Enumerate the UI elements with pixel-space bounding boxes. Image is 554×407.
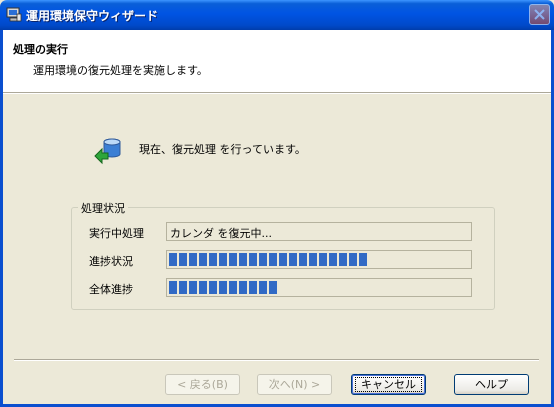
overall-progress-block xyxy=(169,281,177,294)
overall-progress-block xyxy=(179,281,187,294)
button-divider xyxy=(14,359,539,361)
overall-progress-block xyxy=(239,281,247,294)
progress-block xyxy=(229,253,237,266)
overall-progress-block xyxy=(249,281,257,294)
header-divider xyxy=(3,93,551,94)
next-button[interactable]: 次へ(N) > xyxy=(257,374,332,395)
progress-block xyxy=(329,253,337,266)
cancel-button[interactable]: キャンセル xyxy=(351,374,426,395)
close-button[interactable] xyxy=(529,4,550,25)
progress-block xyxy=(359,253,367,266)
group-label: 処理状況 xyxy=(78,200,128,216)
progress-block xyxy=(289,253,297,266)
progress-block xyxy=(179,253,187,266)
computer-icon xyxy=(6,6,22,22)
progress-block xyxy=(349,253,357,266)
back-button[interactable]: < 戻る(B) xyxy=(165,374,240,395)
overall-progress-block xyxy=(269,281,277,294)
progress-bar xyxy=(166,250,472,269)
progress-block xyxy=(249,253,257,266)
progress-block xyxy=(219,253,227,266)
progress-block xyxy=(239,253,247,266)
title-bar: 運用環境保守ウィザード xyxy=(0,0,554,30)
overall-progress-block xyxy=(229,281,237,294)
progress-block xyxy=(269,253,277,266)
overall-progress-bar-fill xyxy=(169,281,277,294)
overall-progress-block xyxy=(219,281,227,294)
current-task-label: 実行中処理 xyxy=(89,227,144,240)
progress-bar-fill xyxy=(169,253,367,266)
overall-progress-block xyxy=(189,281,197,294)
close-icon xyxy=(534,9,545,20)
progress-label: 進捗状況 xyxy=(89,255,133,268)
progress-block xyxy=(209,253,217,266)
window-title: 運用環境保守ウィザード xyxy=(26,9,159,23)
progress-block xyxy=(199,253,207,266)
current-task-field: カレンダ を復元中... xyxy=(166,222,472,241)
overall-progress-bar xyxy=(166,278,472,297)
progress-block xyxy=(279,253,287,266)
help-button[interactable]: ヘルプ xyxy=(454,374,529,395)
progress-block xyxy=(299,253,307,266)
header-description: 運用環境の復元処理を実施します。 xyxy=(33,64,208,77)
database-restore-icon xyxy=(93,134,123,166)
progress-block xyxy=(339,253,347,266)
status-message: 現在、復元処理 を行っています。 xyxy=(139,143,306,156)
cancel-button-label: キャンセル xyxy=(355,377,422,392)
progress-block xyxy=(259,253,267,266)
progress-block xyxy=(189,253,197,266)
header-title: 処理の実行 xyxy=(13,43,68,56)
overall-progress-block xyxy=(199,281,207,294)
wizard-header: 処理の実行 運用環境の復元処理を実施します。 xyxy=(3,30,551,93)
progress-block xyxy=(309,253,317,266)
progress-block xyxy=(319,253,327,266)
progress-block xyxy=(169,253,177,266)
current-task-value: カレンダ を復元中... xyxy=(170,227,272,240)
overall-progress-block xyxy=(259,281,267,294)
overall-progress-block xyxy=(209,281,217,294)
overall-progress-label: 全体進捗 xyxy=(89,283,133,296)
